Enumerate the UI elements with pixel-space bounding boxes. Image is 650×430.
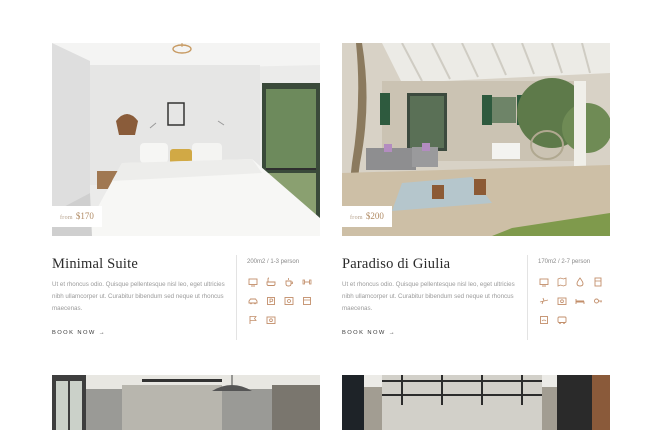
room-photo-patio[interactable]: from $200 [342, 43, 610, 236]
bathtub-icon [266, 277, 276, 287]
coffee-icon [284, 277, 294, 287]
flag-icon [248, 315, 258, 325]
car-icon [248, 296, 258, 306]
price-value: $170 [75, 211, 94, 221]
room-size-capacity: 170m2 / 2-7 person [538, 259, 591, 265]
book-now-link[interactable]: BOOK NOW → [342, 330, 396, 336]
loft-illustration [52, 375, 320, 430]
price-value: $200 [365, 211, 384, 221]
plane-icon [539, 296, 549, 306]
bus-icon [557, 315, 567, 325]
price-prefix: from [350, 215, 363, 221]
drop-icon [575, 277, 585, 287]
book-now-link[interactable]: BOOK NOW → [52, 330, 106, 336]
arrow-right-icon: → [98, 330, 107, 336]
room-title[interactable]: Minimal Suite [52, 256, 138, 273]
phone-icon [284, 296, 294, 306]
map-icon [557, 277, 567, 287]
bed-icon [575, 296, 585, 306]
wifi-icon [539, 315, 549, 325]
room-description: Ut et rhoncus odio. Quisque pellentesque… [342, 281, 515, 313]
room-photo-bedroom[interactable]: from $170 [52, 43, 320, 236]
tv-icon [539, 277, 549, 287]
room-photo-loft[interactable] [52, 375, 320, 430]
tv-icon [248, 277, 258, 287]
price-tag: from $170 [52, 206, 102, 227]
key-icon [593, 296, 603, 306]
book-now-label: BOOK NOW [52, 330, 96, 336]
divider [527, 255, 528, 340]
towel-icon [302, 296, 312, 306]
fitness-icon [302, 277, 312, 287]
fridge-icon [593, 277, 603, 287]
price-prefix: from [60, 215, 73, 221]
industrial-illustration [342, 375, 610, 430]
price-tag: from $200 [342, 206, 392, 227]
room-title[interactable]: Paradiso di Giulia [342, 256, 450, 273]
room-photo-industrial[interactable] [342, 375, 610, 430]
room-size-capacity: 200m2 / 1-3 person [247, 259, 300, 265]
arrow-right-icon: → [388, 330, 397, 336]
parking-icon [266, 296, 276, 306]
safe-icon [557, 296, 567, 306]
divider [236, 255, 237, 340]
room-description: Ut et rhoncus odio. Quisque pellentesque… [52, 281, 225, 313]
safe-icon [266, 315, 276, 325]
book-now-label: BOOK NOW [342, 330, 386, 336]
